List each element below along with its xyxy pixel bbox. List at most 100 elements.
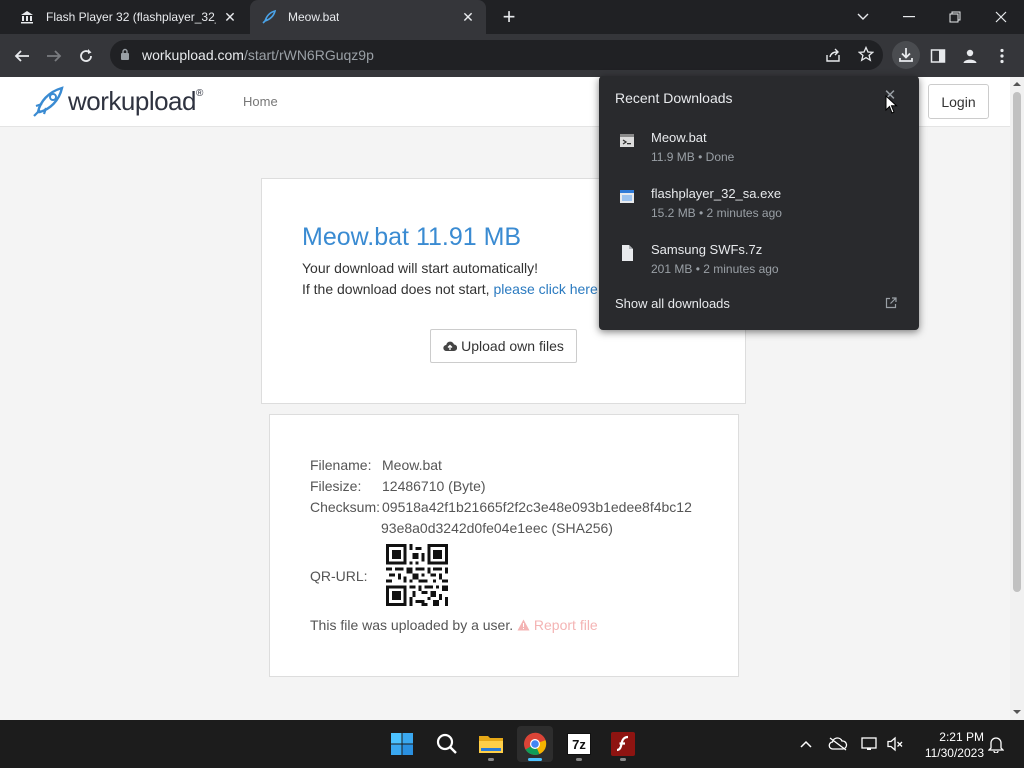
qr-code-image bbox=[386, 544, 448, 606]
checksum-value-line2: 93e8a0d3242d0fe04e1eec (SHA256) bbox=[381, 520, 613, 536]
download-item[interactable]: Samsung SWFs.7z 201 MB • 2 minutes ago bbox=[599, 240, 919, 290]
cloud-upload-icon bbox=[443, 341, 458, 352]
download-file-name: flashplayer_32_sa.exe bbox=[651, 186, 782, 201]
filesize-label: Filesize: bbox=[310, 478, 362, 494]
download-file-status: 201 MB • 2 minutes ago bbox=[651, 262, 779, 276]
workupload-favicon-icon bbox=[260, 8, 278, 26]
download-file-status: 15.2 MB • 2 minutes ago bbox=[651, 206, 782, 220]
exe-file-icon bbox=[620, 190, 634, 203]
warning-triangle-icon bbox=[517, 619, 530, 631]
chrome-icon bbox=[524, 732, 547, 755]
file-explorer-icon bbox=[479, 736, 503, 753]
download-file-name: Meow.bat bbox=[651, 130, 707, 145]
start-button[interactable] bbox=[384, 726, 420, 762]
network-icon[interactable] bbox=[860, 734, 880, 754]
running-indicator bbox=[576, 758, 582, 761]
taskbar-flash-player[interactable] bbox=[605, 726, 641, 762]
mouse-cursor-icon bbox=[885, 95, 898, 114]
svg-text:7z: 7z bbox=[572, 737, 586, 752]
scrollbar-thumb[interactable] bbox=[1013, 92, 1021, 592]
restore-button[interactable] bbox=[932, 0, 978, 34]
file-info-card: Filename: Meow.bat Filesize: 12486710 (Byt… bbox=[269, 414, 739, 677]
filename-label: Filename: bbox=[310, 457, 372, 473]
reload-button[interactable] bbox=[72, 42, 100, 70]
browser-toolbar: workupload.com/start/rWN6RGuqz9p bbox=[0, 34, 1024, 77]
downloads-panel: Recent Downloads ✕ Meow.bat 11.9 MB • Do… bbox=[599, 76, 919, 330]
tab-strip: Flash Player 32 (flashplayer_32_sa ✕ Meo… bbox=[0, 0, 1024, 34]
auto-download-message: Your download will start automatically! bbox=[302, 260, 539, 276]
manual-download-message: If the download does not start, please c… bbox=[302, 281, 602, 297]
volume-muted-icon[interactable] bbox=[885, 734, 905, 754]
qr-url-label: QR-URL: bbox=[310, 568, 368, 584]
taskbar-chrome[interactable] bbox=[517, 726, 553, 762]
workupload-logo[interactable]: workupload ® bbox=[32, 84, 203, 118]
tab-meow-bat[interactable]: Meow.bat ✕ bbox=[250, 0, 486, 34]
7zip-icon: 7z bbox=[567, 733, 591, 755]
filename-value: Meow.bat bbox=[382, 457, 442, 473]
downloads-panel-title: Recent Downloads bbox=[615, 90, 733, 106]
download-item[interactable]: Meow.bat 11.9 MB • Done bbox=[599, 128, 919, 178]
chrome-menu-icon[interactable] bbox=[988, 42, 1016, 70]
download-icon bbox=[899, 48, 913, 62]
tab-search-chevron-icon[interactable] bbox=[840, 0, 886, 34]
generic-file-icon bbox=[622, 245, 633, 261]
download-item[interactable]: flashplayer_32_sa.exe 15.2 MB • 2 minute… bbox=[599, 184, 919, 234]
running-indicator bbox=[488, 758, 494, 761]
url-path: /start/rWN6RGuqz9p bbox=[243, 47, 374, 63]
downloads-button[interactable] bbox=[892, 41, 920, 69]
side-panel-button[interactable] bbox=[924, 42, 952, 70]
logo-wordmark: workupload bbox=[68, 85, 196, 116]
tab-title: Meow.bat bbox=[288, 10, 340, 24]
close-window-button[interactable] bbox=[978, 0, 1024, 34]
onedrive-offline-icon[interactable] bbox=[828, 734, 848, 754]
clock-date: 11/30/2023 bbox=[924, 746, 984, 760]
url-host: workupload.com bbox=[142, 47, 244, 63]
back-button[interactable] bbox=[8, 42, 36, 70]
report-file-link[interactable]: Report file bbox=[534, 617, 598, 633]
close-tab-icon[interactable]: ✕ bbox=[460, 9, 476, 25]
checksum-row: Checksum: 09518a42f1b21665f2f2c3e48e093b1… bbox=[310, 499, 692, 515]
uploaded-by-text: This file was uploaded by a user. bbox=[310, 617, 514, 633]
bookmark-star-icon[interactable] bbox=[857, 45, 875, 67]
tab-flash-player[interactable]: Flash Player 32 (flashplayer_32_sa ✕ bbox=[8, 0, 248, 34]
show-hidden-icons-chevron-icon[interactable] bbox=[796, 734, 816, 754]
clock-time: 2:21 PM bbox=[939, 730, 984, 744]
registered-mark: ® bbox=[195, 87, 204, 99]
external-link-icon[interactable] bbox=[885, 297, 897, 309]
scroll-down-arrow-icon[interactable] bbox=[1012, 708, 1022, 716]
checksum-label: Checksum: bbox=[310, 499, 381, 515]
manual-download-link[interactable]: please click here. bbox=[493, 281, 601, 297]
nav-home-link[interactable]: Home bbox=[243, 94, 278, 109]
address-bar[interactable]: workupload.com/start/rWN6RGuqz9p bbox=[110, 40, 883, 70]
upload-own-files-button[interactable]: Upload own files bbox=[430, 329, 577, 363]
profile-avatar-icon[interactable] bbox=[956, 42, 984, 70]
share-icon[interactable] bbox=[825, 47, 841, 68]
tab-title: Flash Player 32 (flashplayer_32_sa bbox=[46, 10, 216, 24]
notification-bell-icon[interactable] bbox=[986, 734, 1006, 754]
windows-taskbar: 7z 2:21 PM 11/30/2023 bbox=[0, 720, 1024, 768]
checksum-value-line1: 09518a42f1b21665f2f2c3e48e093b1edee8f4bc… bbox=[382, 499, 692, 515]
taskbar-search-button[interactable] bbox=[429, 726, 465, 762]
taskbar-file-explorer[interactable] bbox=[473, 726, 509, 762]
new-tab-button[interactable]: + bbox=[498, 6, 520, 28]
rocket-logo-icon bbox=[33, 86, 64, 117]
uploaded-by-note: This file was uploaded by a user. Report… bbox=[310, 617, 598, 633]
show-all-downloads-link[interactable]: Show all downloads bbox=[615, 296, 730, 311]
scroll-up-arrow-icon[interactable] bbox=[1012, 80, 1022, 88]
login-button[interactable]: Login bbox=[928, 84, 989, 119]
download-file-status: 11.9 MB • Done bbox=[651, 150, 735, 164]
file-heading: Meow.bat 11.91 MB bbox=[302, 223, 522, 251]
running-indicator bbox=[620, 758, 626, 761]
manual-download-prefix: If the download does not start, bbox=[302, 281, 494, 297]
lock-icon[interactable] bbox=[120, 48, 130, 66]
batch-file-icon bbox=[620, 134, 634, 147]
minimize-button[interactable] bbox=[886, 0, 932, 34]
forward-button[interactable] bbox=[40, 42, 68, 70]
active-indicator bbox=[528, 758, 542, 761]
filesize-value: 12486710 (Byte) bbox=[382, 478, 486, 494]
flash-player-icon bbox=[611, 732, 635, 756]
close-tab-icon[interactable]: ✕ bbox=[222, 9, 238, 25]
taskbar-clock[interactable]: 2:21 PM 11/30/2023 bbox=[912, 729, 984, 761]
taskbar-7zip[interactable]: 7z bbox=[561, 726, 597, 762]
windows-start-icon bbox=[391, 733, 413, 755]
